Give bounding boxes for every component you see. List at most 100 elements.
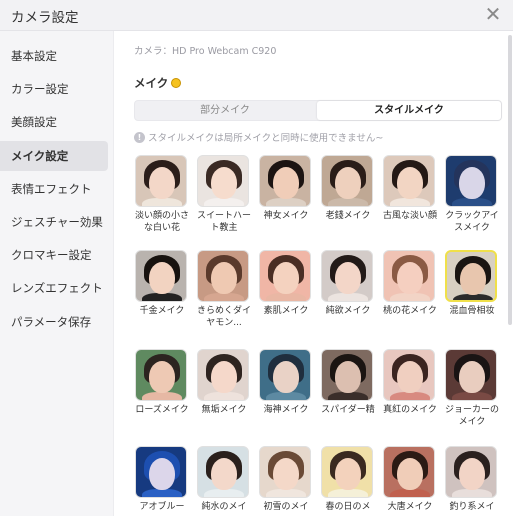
style-item[interactable]: 釣り系メイ [445, 446, 499, 513]
style-thumbnail[interactable] [321, 349, 373, 401]
style-item[interactable]: 海神メイク [259, 349, 313, 416]
style-item[interactable]: 混血骨相妆 [445, 250, 499, 317]
scrollbar[interactable] [508, 35, 512, 325]
style-thumbnail[interactable] [197, 250, 249, 302]
style-label: 神女メイク [263, 211, 309, 221]
style-thumbnail[interactable] [135, 446, 187, 498]
portrait-shoulders [328, 392, 368, 400]
style-thumbnail[interactable] [445, 250, 497, 302]
sidebar-item-color[interactable]: カラー設定 [0, 74, 108, 104]
close-icon[interactable]: ✕ [481, 2, 505, 26]
sidebar-item-basic[interactable]: 基本設定 [0, 41, 108, 71]
portrait-shoulders [390, 293, 430, 301]
style-label: 真紅のメイク [383, 405, 437, 415]
style-thumbnail[interactable] [197, 446, 249, 498]
style-item[interactable]: 千金メイク [135, 250, 189, 317]
tab-style-makeup[interactable]: スタイルメイク [317, 101, 501, 120]
portrait-shoulders [204, 392, 244, 400]
sidebar-item-lens-effect[interactable]: レンズエフェクト [0, 273, 108, 303]
vip-badge-icon [171, 77, 182, 88]
style-item[interactable]: 初雪のメイ [259, 446, 313, 513]
portrait-face [273, 167, 299, 199]
style-item[interactable]: 純欲メイク [321, 250, 375, 317]
style-thumbnail[interactable] [321, 155, 373, 207]
style-thumbnail[interactable] [135, 155, 187, 207]
sidebar-item-save-params[interactable]: パラメータ保存 [0, 307, 108, 337]
portrait-shoulders [390, 392, 430, 400]
portrait-shoulders [142, 489, 182, 497]
style-thumbnail[interactable] [445, 155, 497, 207]
style-thumbnail[interactable] [135, 250, 187, 302]
style-item[interactable]: きらめくダイヤモン... [197, 250, 251, 329]
portrait-face [149, 167, 175, 199]
style-item[interactable]: 純水のメイ [197, 446, 251, 513]
main-panel: カメラ：HD Pro Webcam C920 メイク 部分メイク スタイルメイク… [114, 31, 513, 516]
style-item[interactable]: アオブルー [135, 446, 189, 513]
style-thumbnail[interactable] [383, 446, 435, 498]
style-thumbnail[interactable] [321, 250, 373, 302]
style-thumbnail[interactable] [197, 349, 249, 401]
style-item[interactable]: ジョーカーのメイク [445, 349, 499, 428]
portrait-face [335, 361, 361, 393]
sidebar-item-beauty[interactable]: 美顔設定 [0, 107, 108, 137]
style-label: 古風な淡い顔 [382, 211, 437, 221]
style-thumbnail[interactable] [321, 446, 373, 498]
portrait-shoulders [390, 198, 430, 206]
portrait-shoulders [266, 293, 306, 301]
camera-label: カメラ：HD Pro Webcam C920 [134, 46, 277, 57]
portrait-face [149, 361, 175, 393]
window-title: カメラ設定 [11, 10, 79, 26]
makeup-tabs: 部分メイク スタイルメイク [134, 100, 502, 121]
style-item[interactable]: 無垢メイク [197, 349, 251, 416]
style-thumbnail[interactable] [259, 349, 311, 401]
style-item[interactable]: スパイダー精 [321, 349, 375, 416]
style-item[interactable]: ローズメイク [135, 349, 189, 416]
style-label: 素肌メイク [263, 306, 309, 316]
style-label: 無垢メイク [201, 405, 247, 415]
style-thumbnail[interactable] [259, 250, 311, 302]
portrait-face [335, 262, 361, 294]
notice: ! スタイルメイクは局所メイクと同時に使用できません~ [134, 130, 383, 144]
style-thumbnail[interactable] [197, 155, 249, 207]
portrait-face [397, 167, 423, 199]
portrait-face [273, 262, 299, 294]
portrait-face [397, 361, 423, 393]
sidebar-item-gesture-effect[interactable]: ジェスチャー効果 [0, 207, 108, 237]
style-item[interactable]: スイートハート教主 [197, 155, 251, 234]
portrait-shoulders [453, 294, 493, 300]
style-thumbnail[interactable] [383, 349, 435, 401]
style-label: 大唐メイク [387, 502, 433, 512]
sidebar-item-expression-effect[interactable]: 表情エフェクト [0, 174, 108, 204]
style-item[interactable]: 神女メイク [259, 155, 313, 222]
section-title-text: メイク [134, 76, 169, 90]
style-item[interactable]: 大唐メイク [383, 446, 437, 513]
style-label: 桃の花メイク [383, 306, 437, 316]
portrait-face [459, 458, 485, 490]
sidebar-item-chroma-key[interactable]: クロマキー設定 [0, 240, 108, 270]
style-item[interactable]: 淡い顔の小さな白い花 [135, 155, 189, 234]
style-item[interactable]: 古風な淡い顔 [383, 155, 437, 222]
style-thumbnail[interactable] [445, 446, 497, 498]
style-label: 釣り系メイ [449, 502, 495, 512]
notice-text: スタイルメイクは局所メイクと同時に使用できません~ [148, 133, 384, 144]
portrait-shoulders [204, 198, 244, 206]
style-item[interactable]: クラックアイスメイク [445, 155, 499, 234]
sidebar-item-makeup[interactable]: メイク設定 [0, 141, 108, 171]
style-item[interactable]: 桃の花メイク [383, 250, 437, 317]
portrait-shoulders [266, 392, 306, 400]
style-thumbnail[interactable] [259, 446, 311, 498]
style-label: クラックアイスメイク [445, 211, 499, 233]
style-item[interactable]: 素肌メイク [259, 250, 313, 317]
tab-partial-makeup[interactable]: 部分メイク [135, 101, 315, 120]
portrait-face [460, 263, 486, 295]
style-item[interactable]: 老錢メイク [321, 155, 375, 222]
style-thumbnail[interactable] [445, 349, 497, 401]
style-thumbnail[interactable] [135, 349, 187, 401]
style-item[interactable]: 春の日のメ [321, 446, 375, 513]
style-item[interactable]: 真紅のメイク [383, 349, 437, 416]
portrait-shoulders [452, 489, 492, 497]
portrait-shoulders [266, 489, 306, 497]
style-thumbnail[interactable] [259, 155, 311, 207]
style-thumbnail[interactable] [383, 155, 435, 207]
style-thumbnail[interactable] [383, 250, 435, 302]
